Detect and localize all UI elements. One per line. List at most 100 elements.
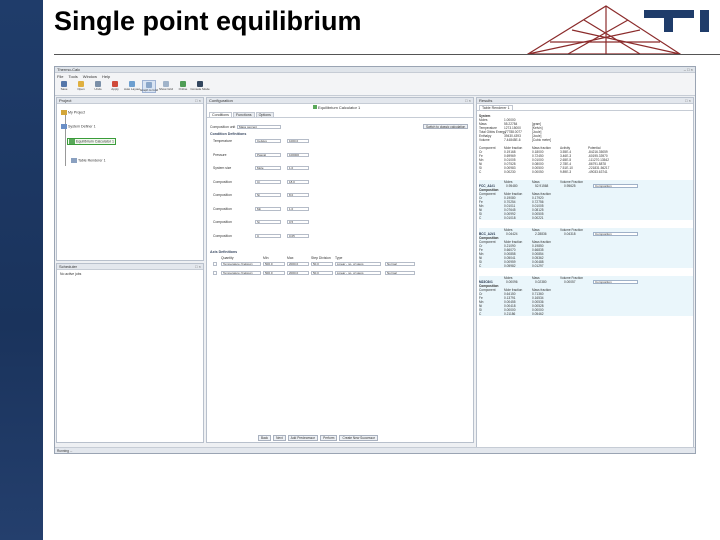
axis-step-field[interactable]: 50.0 <box>311 262 333 266</box>
axis-enable-checkbox[interactable] <box>213 262 217 266</box>
save-button[interactable]: Save <box>57 80 71 91</box>
auto-layout-button[interactable]: Auto Layout <box>124 80 140 91</box>
phase-composition-cell: C <box>479 216 482 220</box>
condition-unit-select[interactable]: Ni <box>255 193 281 197</box>
system-cell: Volume <box>479 138 490 142</box>
condition-unit-select[interactable]: Celsius <box>255 139 281 143</box>
menu-window[interactable]: Window <box>83 73 97 80</box>
axis-mode-field[interactable]: Normal <box>385 262 415 266</box>
axis-min-field[interactable]: 500.0 <box>263 271 285 275</box>
tree-node-equilibrium-calculator[interactable]: Equilibrium Calculator 1 <box>67 138 116 145</box>
tree-node-my-project[interactable]: My Project <box>61 110 85 115</box>
next-button[interactable]: Next <box>273 435 286 441</box>
condition-value-input[interactable]: 100000 <box>287 152 309 157</box>
menu-tools[interactable]: Tools <box>68 73 77 80</box>
create-successor-button[interactable]: Create New Successor <box>339 435 379 441</box>
axis-quantity-field[interactable]: Temperature (Celsius) <box>221 262 261 266</box>
composition-unit-select[interactable]: Mass percent <box>237 125 281 129</box>
axis-definitions-header: Axis Definitions <box>210 250 238 254</box>
phase-detail-select[interactable]: Composition <box>593 280 638 284</box>
pane-controls[interactable]: □ × <box>195 98 201 104</box>
scheduler-pane: Scheduler □ × No active jobs <box>56 263 204 443</box>
condition-label: Temperature <box>213 139 233 143</box>
console-mode-button[interactable]: Console Mode <box>190 80 210 91</box>
axis-min-field[interactable]: 500.0 <box>263 262 285 266</box>
tree-node-system-definer[interactable]: System Definer 1 <box>61 124 96 129</box>
axis-column-header: Max <box>287 256 294 260</box>
phase-volume-fraction: 0.00057 <box>564 280 576 284</box>
configuration-pane-header: Configuration □ × <box>207 98 473 104</box>
open-button[interactable]: Open <box>74 80 88 91</box>
axis-quantity-field[interactable]: Temperature (Celsius) <box>221 271 261 275</box>
calculation-bottom-bar: Back Next Add Predecessor Perform Create… <box>206 434 471 442</box>
condition-value-input[interactable]: 1000.0 <box>287 139 309 143</box>
component-cell: 0.00050 <box>532 170 544 174</box>
project-pane-header: Project □ × <box>57 98 203 104</box>
condition-value-input[interactable]: 0.05 <box>287 233 309 238</box>
show-grid-button[interactable]: Show Grid <box>159 80 173 91</box>
menu-bar: File Tools Window Help <box>55 73 695 80</box>
tree-connector <box>65 114 66 166</box>
phase-moles: 0.00096 <box>506 280 518 284</box>
menu-help[interactable]: Help <box>102 73 110 80</box>
component-cell: C <box>479 170 482 174</box>
condition-unit-select[interactable]: C <box>255 233 281 238</box>
table-icon <box>71 158 77 163</box>
condition-unit-select[interactable]: Pascal <box>255 152 281 157</box>
pane-controls[interactable]: □ × <box>195 264 201 270</box>
phase-composition-cell: 0.00221 <box>532 216 544 220</box>
condition-value-input[interactable]: 18.0 <box>287 179 309 184</box>
axis-enable-checkbox[interactable] <box>213 271 217 275</box>
window-controls[interactable]: – □ × <box>684 67 693 73</box>
phase-detail-select[interactable]: Composition <box>593 232 638 236</box>
tab-table-renderer[interactable]: Table Renderer 1 <box>479 105 513 110</box>
pane-controls[interactable]: □ × <box>465 98 471 104</box>
condition-value-input[interactable]: 0.5 <box>287 220 309 224</box>
condition-unit-select[interactable]: Mole <box>255 166 281 170</box>
phase-composition-row: C 0.21186 0.05462 <box>479 312 693 316</box>
components-section: Component Mole fraction Mass fraction Activ… <box>479 146 693 174</box>
system-cell: [Cubic meter] <box>532 138 551 142</box>
menu-file[interactable]: File <box>57 73 63 80</box>
tree-node-table-renderer[interactable]: Table Renderer 1 <box>71 158 106 163</box>
phase-detail-select[interactable]: Composition <box>593 184 638 188</box>
tab-functions[interactable]: Functions <box>232 112 255 117</box>
graph-to-grid-button[interactable]: Graph to Grid <box>140 80 158 93</box>
axis-max-field[interactable]: 2000.0 <box>287 271 309 275</box>
axis-type-field[interactable]: Linear - no. of steps <box>335 262 381 266</box>
back-button[interactable]: Back <box>258 435 272 441</box>
axis-column-header: Quantity <box>221 256 234 260</box>
undo-button[interactable]: Undo <box>91 80 105 91</box>
condition-value-input[interactable]: 1.0 <box>287 166 309 170</box>
tab-conditions[interactable]: Conditions <box>209 112 232 117</box>
tab-options[interactable]: Options <box>255 112 274 117</box>
apply-button[interactable]: Apply <box>108 80 122 91</box>
condition-label: Pressure <box>213 152 227 157</box>
condition-unit-select[interactable]: Mn <box>255 206 281 211</box>
config-tabs: Conditions Functions Options <box>207 111 473 118</box>
axis-max-field[interactable]: 2000.0 <box>287 262 309 266</box>
phase-section: Moles Mass Volume Fraction FCC_A1#1 0.95480 5… <box>479 180 693 220</box>
condition-unit-select[interactable]: Cr <box>255 179 281 184</box>
system-row: Volume 7.44845E-6 [Cubic meter] <box>479 138 693 142</box>
add-predecessor-button[interactable]: Add Predecessor <box>287 435 319 441</box>
axis-mode-field[interactable]: Normal <box>385 271 415 275</box>
results-pane: Results □ × Table Renderer 1 System Moles 1… <box>476 97 694 453</box>
slide-side-bar <box>0 0 43 540</box>
axis-type-field[interactable]: Linear - no. of steps <box>335 271 381 275</box>
condition-value-input[interactable]: 8.0 <box>287 193 309 197</box>
condition-unit-select[interactable]: Si <box>255 220 281 224</box>
phase-composition-cell: 0.01297 <box>532 264 544 268</box>
condition-value-input[interactable]: 1.0 <box>287 206 309 211</box>
online-button[interactable]: Online <box>176 80 190 91</box>
thermo-calc-window: Thermo-Calc – □ × File Tools Window Help… <box>54 66 696 454</box>
perform-button[interactable]: Perform <box>320 435 338 441</box>
pane-controls[interactable]: □ × <box>685 98 691 104</box>
condition-label: System size <box>213 166 232 170</box>
axis-column-header: Min <box>263 256 269 260</box>
phase-volume-fraction: 0.95625 <box>564 184 576 188</box>
condition-label: Composition <box>213 233 232 238</box>
component-cell: 9.89E-3 <box>560 170 572 174</box>
axis-step-field[interactable]: 50.0 <box>311 271 333 275</box>
switch-classic-button[interactable]: Switch to classic calculation <box>423 124 469 129</box>
